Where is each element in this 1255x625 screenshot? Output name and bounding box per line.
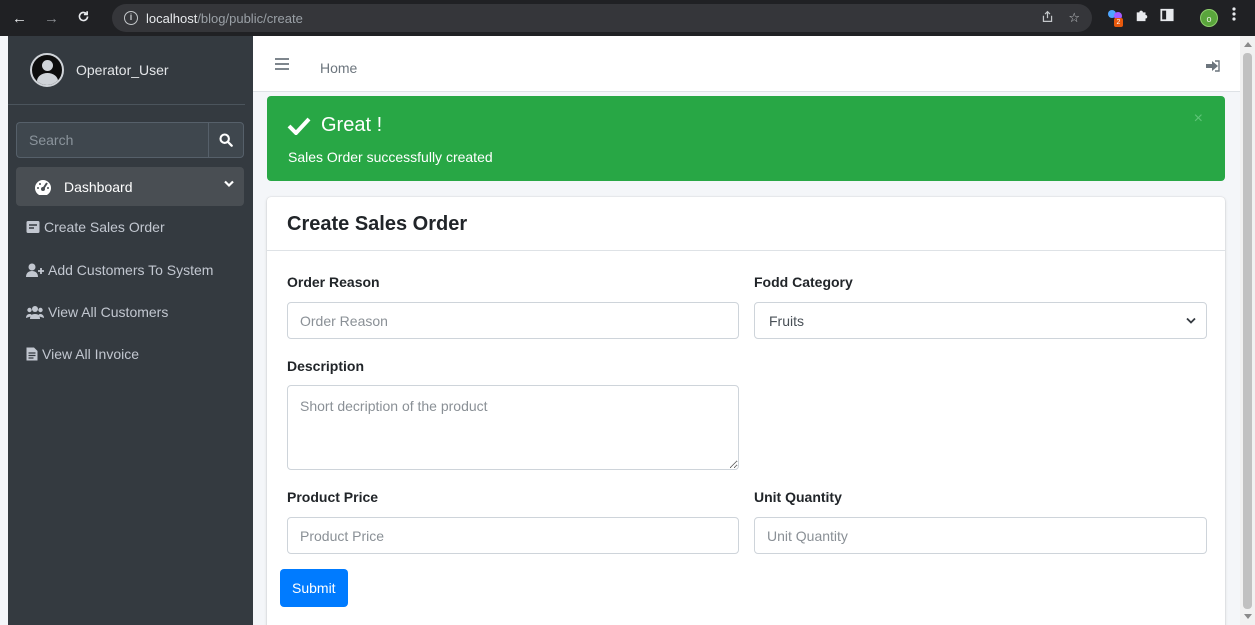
user-avatar-icon bbox=[30, 53, 64, 87]
alert-close-button[interactable]: × bbox=[1194, 110, 1203, 128]
order-reason-label: Order Reason bbox=[287, 274, 380, 290]
browser-toolbar: ← → i localhost/blog/public/create ☆ 2 o bbox=[0, 0, 1255, 36]
url-host: localhost bbox=[146, 10, 198, 26]
alert-title: Great ! bbox=[321, 114, 383, 136]
food-category-select[interactable]: Fruits bbox=[754, 302, 1207, 339]
unit-quantity-label: Unit Quantity bbox=[754, 489, 842, 505]
profile-avatar[interactable]: o bbox=[1200, 9, 1218, 27]
page-title: Create Sales Order bbox=[267, 197, 1225, 251]
check-icon bbox=[287, 117, 311, 135]
user-name: Operator_User bbox=[76, 62, 169, 78]
scroll-down-arrow-icon[interactable] bbox=[1244, 614, 1252, 619]
sidebar-item-label: Dashboard bbox=[64, 178, 133, 195]
chevron-down-icon bbox=[1186, 317, 1196, 324]
sidebar-item-label: View All Customers bbox=[48, 304, 169, 320]
sidebar: Operator_User Dashboard Create Sales Ord… bbox=[8, 36, 253, 625]
hamburger-menu-icon[interactable] bbox=[275, 58, 289, 70]
address-bar[interactable]: i localhost/blog/public/create ☆ bbox=[112, 4, 1092, 32]
product-price-label: Product Price bbox=[287, 489, 379, 505]
logout-icon[interactable] bbox=[1206, 60, 1220, 72]
scrollbar-thumb[interactable] bbox=[1243, 53, 1252, 609]
users-icon bbox=[26, 306, 44, 319]
product-price-input[interactable] bbox=[287, 517, 739, 554]
food-category-value: Fruits bbox=[769, 312, 804, 329]
sidebar-item-add-customers[interactable]: Add Customers To System bbox=[26, 262, 213, 278]
extension-icon[interactable]: 2 bbox=[1108, 10, 1124, 27]
user-panel[interactable]: Operator_User bbox=[8, 36, 245, 105]
sidebar-item-dashboard[interactable]: Dashboard bbox=[16, 167, 244, 206]
scroll-up-arrow-icon[interactable] bbox=[1244, 42, 1252, 47]
form-icon bbox=[26, 221, 40, 233]
sidebar-item-label: Add Customers To System bbox=[48, 262, 214, 278]
alert-message: Sales Order successfully created bbox=[288, 149, 493, 165]
sidebar-item-label: View All Invoice bbox=[42, 346, 140, 362]
order-reason-input[interactable] bbox=[287, 302, 739, 339]
browser-menu-icon[interactable] bbox=[1232, 7, 1236, 21]
user-plus-icon bbox=[26, 263, 44, 277]
site-info-icon[interactable]: i bbox=[124, 11, 138, 25]
food-category-label: Fodd Category bbox=[754, 274, 853, 290]
sidebar-search bbox=[16, 122, 244, 158]
forward-arrow-icon[interactable]: → bbox=[44, 10, 59, 27]
top-navbar: Home bbox=[253, 36, 1240, 92]
description-label: Description bbox=[287, 358, 365, 374]
success-alert: Great ! Sales Order successfully created… bbox=[267, 96, 1225, 181]
sidebar-search-input[interactable] bbox=[16, 122, 208, 158]
sidebar-item-view-all-customers[interactable]: View All Customers bbox=[26, 304, 168, 320]
nav-home-link[interactable]: Home bbox=[320, 60, 357, 76]
sidebar-item-label: Create Sales Order bbox=[44, 219, 165, 235]
page-scrollbar[interactable] bbox=[1240, 36, 1255, 625]
extension-badge-count: 2 bbox=[1114, 18, 1123, 27]
bookmark-star-icon[interactable]: ☆ bbox=[1068, 10, 1080, 26]
file-invoice-icon bbox=[26, 347, 38, 361]
unit-quantity-input[interactable] bbox=[754, 517, 1207, 554]
sidebar-search-button[interactable] bbox=[208, 122, 244, 158]
create-sales-order-card: Create Sales Order Order Reason Fodd Cat… bbox=[267, 197, 1225, 625]
description-textarea[interactable] bbox=[287, 385, 739, 470]
tachometer-icon bbox=[35, 179, 51, 195]
reload-icon[interactable] bbox=[76, 10, 90, 27]
back-arrow-icon[interactable]: ← bbox=[12, 10, 27, 27]
search-icon bbox=[219, 133, 233, 147]
url-path: /blog/public/create bbox=[197, 10, 303, 26]
share-icon[interactable] bbox=[1041, 10, 1054, 26]
side-panel-icon[interactable] bbox=[1160, 8, 1174, 22]
sidebar-item-create-sales-order[interactable]: Create Sales Order bbox=[26, 219, 165, 235]
puzzle-extensions-icon[interactable] bbox=[1135, 8, 1149, 22]
submit-button[interactable]: Submit bbox=[280, 569, 348, 607]
chevron-down-icon bbox=[224, 180, 234, 188]
sidebar-item-view-all-invoice[interactable]: View All Invoice bbox=[26, 346, 139, 362]
